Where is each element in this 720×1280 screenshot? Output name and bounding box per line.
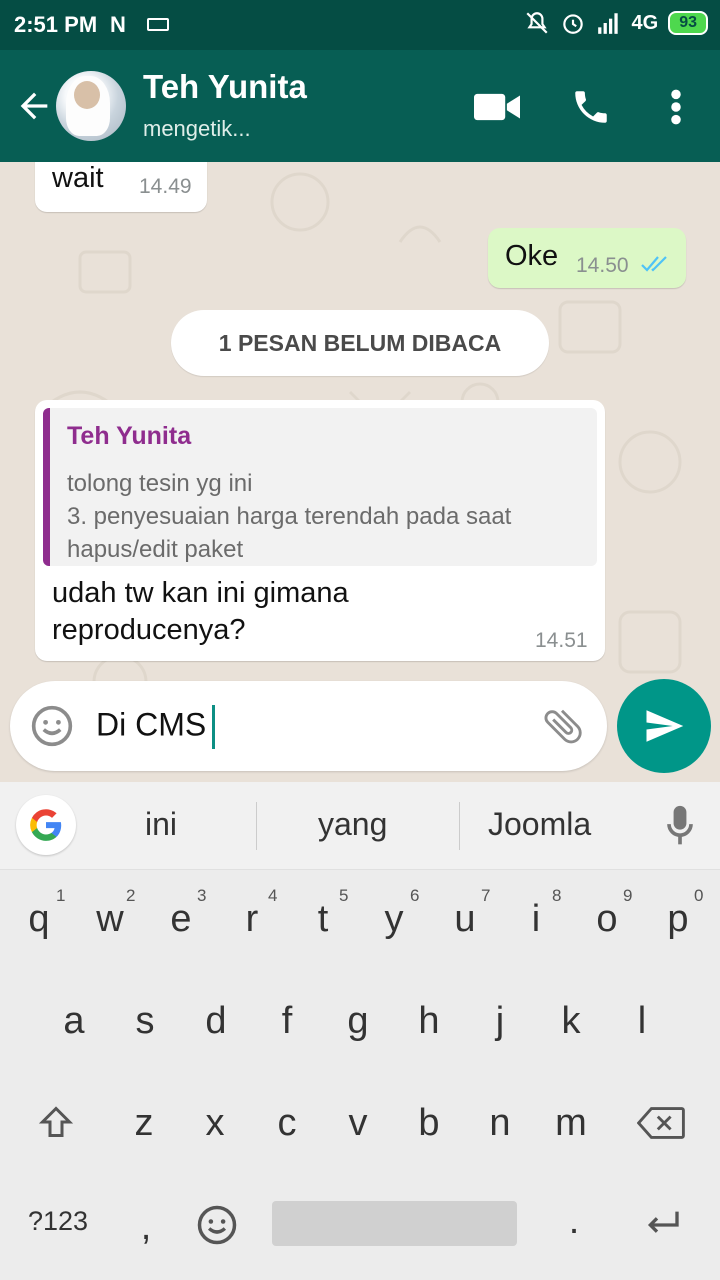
key-l[interactable]: l — [612, 1000, 672, 1043]
symbols-key[interactable]: ?123 — [22, 1206, 94, 1237]
status-bar: 2:51 PM N 4G 93 — [0, 0, 720, 50]
period-key[interactable]: . — [544, 1200, 604, 1243]
text-cursor — [212, 705, 216, 749]
typing-status: mengetik... — [143, 116, 251, 141]
more-options-icon[interactable] — [664, 88, 688, 126]
contact-avatar[interactable] — [56, 71, 126, 141]
send-icon — [646, 710, 684, 742]
voice-call-icon[interactable] — [570, 86, 612, 128]
message-time: 14.51 — [535, 629, 588, 652]
quoted-text-line: hapus/edit paket — [67, 536, 244, 563]
message-bubble-reply[interactable]: Teh Yunita tolong tesin yg ini 3. penyes… — [35, 400, 605, 661]
key-x[interactable]: x — [185, 1102, 245, 1145]
quoted-text-line: 3. penyesuaian harga terendah pada saat — [67, 503, 512, 530]
backspace-icon[interactable] — [637, 1106, 685, 1140]
message-text: wait — [52, 162, 104, 194]
key-k[interactable]: k — [541, 1000, 601, 1043]
key-c[interactable]: c — [257, 1102, 317, 1145]
key-hint: 6 — [410, 886, 420, 905]
key-f[interactable]: f — [257, 1000, 317, 1043]
key-hint: 0 — [694, 886, 704, 905]
key-a[interactable]: a — [44, 1000, 104, 1043]
microphone-icon[interactable] — [664, 804, 696, 848]
unread-messages-banner: 1 PESAN BELUM DIBACA — [171, 310, 549, 376]
key-hint: 7 — [481, 886, 491, 905]
suggestion-3[interactable]: Joomla — [488, 806, 591, 843]
key-z[interactable]: z — [114, 1102, 174, 1145]
key-b[interactable]: b — [399, 1102, 459, 1145]
shift-icon[interactable] — [38, 1104, 74, 1140]
enter-icon[interactable] — [642, 1208, 682, 1242]
quoted-text-line: tolong tesin yg ini — [67, 470, 253, 497]
video-call-icon[interactable] — [474, 90, 520, 124]
quoted-message[interactable]: Teh Yunita tolong tesin yg ini 3. penyes… — [43, 408, 597, 566]
message-time: 14.49 — [139, 175, 192, 198]
read-ticks-icon — [641, 256, 667, 272]
emoji-icon[interactable] — [30, 704, 74, 748]
suggestion-2[interactable]: yang — [318, 806, 387, 843]
key-d[interactable]: d — [186, 1000, 246, 1043]
message-bubble-incoming[interactable]: wait 14.49 — [35, 162, 207, 212]
message-text-line: reproducenya? — [52, 614, 246, 646]
battery-icon: 93 — [668, 11, 708, 35]
google-icon[interactable] — [16, 795, 76, 855]
suggestion-strip: ini yang Joomla — [0, 782, 720, 870]
signal-icon — [597, 13, 618, 34]
key-g[interactable]: g — [328, 1000, 388, 1043]
network-type: 4G — [631, 11, 659, 34]
key-hint: 8 — [552, 886, 562, 905]
key-hint: 2 — [126, 886, 136, 905]
key-j[interactable]: j — [470, 1000, 530, 1043]
keyboard: ini yang Joomla q w e r t y u i o p 1 2 … — [0, 782, 720, 1280]
suggestion-1[interactable]: ini — [145, 806, 177, 843]
send-button[interactable] — [617, 679, 711, 773]
key-h[interactable]: h — [399, 1000, 459, 1043]
comma-key[interactable]: , — [116, 1206, 176, 1249]
alarm-icon — [562, 14, 583, 34]
status-time: 2:51 PM — [14, 12, 98, 37]
message-input-value: Di CMS — [96, 706, 207, 743]
key-m[interactable]: m — [541, 1102, 601, 1145]
contact-name[interactable]: Teh Yunita — [143, 68, 307, 106]
quoted-author: Teh Yunita — [67, 422, 192, 450]
keyboard-notification-icon — [147, 18, 169, 31]
key-v[interactable]: v — [328, 1102, 388, 1145]
space-bar[interactable] — [272, 1201, 517, 1246]
key-hint: 4 — [268, 886, 278, 905]
message-bubble-outgoing[interactable]: Oke 14.50 — [488, 228, 686, 288]
mute-icon — [525, 12, 548, 34]
message-text: Oke — [505, 240, 559, 272]
message-time: 14.50 — [576, 254, 629, 277]
notification-n-icon: N — [110, 12, 126, 37]
key-hint: 1 — [56, 886, 66, 905]
key-n[interactable]: n — [470, 1102, 530, 1145]
back-arrow-icon[interactable] — [14, 86, 54, 126]
key-s[interactable]: s — [115, 1000, 175, 1043]
message-input[interactable]: Di CMS — [96, 705, 216, 749]
message-input-bar[interactable]: Di CMS — [10, 681, 607, 771]
emoji-key-icon[interactable] — [196, 1204, 238, 1246]
message-text-line: udah tw kan ini gimana — [52, 577, 349, 609]
key-hint: 5 — [339, 886, 349, 905]
key-hint: 9 — [623, 886, 633, 905]
chat-header: Teh Yunita mengetik... — [0, 50, 720, 162]
attach-icon[interactable] — [540, 703, 586, 749]
key-hint: 3 — [197, 886, 207, 905]
